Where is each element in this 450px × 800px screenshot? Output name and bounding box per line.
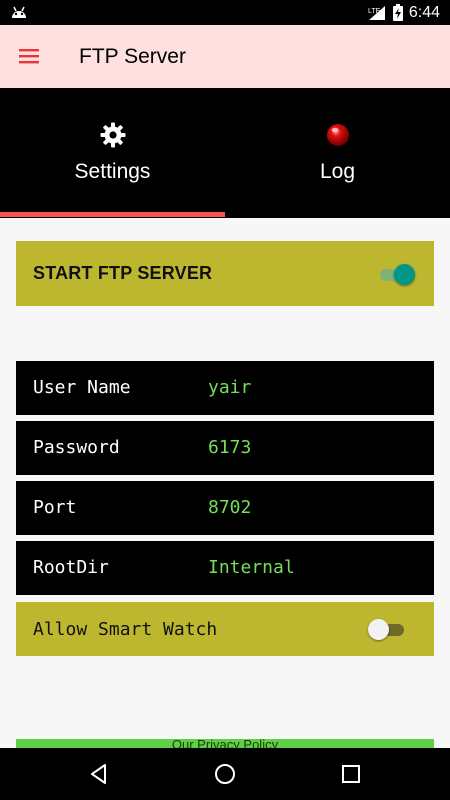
smart-watch-toggle[interactable] xyxy=(368,617,408,641)
tab-settings[interactable]: Settings xyxy=(0,88,225,218)
password-label: Password xyxy=(33,437,120,458)
status-time: 6:44 xyxy=(408,3,440,21)
toggle-thumb xyxy=(394,264,415,285)
red-dot-icon xyxy=(327,124,349,146)
port-label: Port xyxy=(33,497,77,518)
start-server-label: START FTP SERVER xyxy=(33,263,213,283)
smart-watch-row[interactable]: Allow Smart Watch xyxy=(16,602,434,656)
rootdir-label: RootDir xyxy=(33,557,109,578)
username-value: yair xyxy=(208,377,252,398)
battery-charging-icon xyxy=(392,4,403,21)
tab-log-label: Log xyxy=(319,160,356,183)
tab-log[interactable]: Log xyxy=(225,88,450,218)
app-title: FTP Server xyxy=(79,45,186,68)
tab-bar: Settings Log xyxy=(0,88,450,218)
tab-settings-label: Settings xyxy=(74,160,151,183)
app-bar: FTP Server xyxy=(0,25,450,88)
hamburger-menu-icon[interactable] xyxy=(16,45,42,67)
status-bar: LTE 6:44 xyxy=(0,0,450,25)
back-icon[interactable] xyxy=(87,762,111,786)
port-value: 8702 xyxy=(208,497,252,518)
home-icon[interactable] xyxy=(213,762,237,786)
rootdir-row[interactable]: RootDir Internal xyxy=(16,541,434,595)
privacy-policy-button[interactable]: Our Privacy Policy xyxy=(16,739,434,748)
password-row[interactable]: Password 6173 xyxy=(16,421,434,475)
tab-selected-indicator xyxy=(0,212,225,217)
start-server-toggle[interactable] xyxy=(378,262,418,286)
svg-text:LTE: LTE xyxy=(368,8,381,15)
privacy-policy-label: Our Privacy Policy xyxy=(171,739,279,748)
navigation-bar xyxy=(0,748,450,800)
password-value: 6173 xyxy=(208,437,252,458)
smart-watch-label: Allow Smart Watch xyxy=(33,619,218,640)
username-label: User Name xyxy=(33,377,131,398)
rootdir-value: Internal xyxy=(208,557,295,578)
android-debug-icon xyxy=(12,6,26,18)
port-row[interactable]: Port 8702 xyxy=(16,481,434,535)
start-server-row[interactable]: START FTP SERVER xyxy=(16,241,434,306)
gear-icon xyxy=(100,122,126,148)
recents-icon[interactable] xyxy=(339,762,363,786)
username-row[interactable]: User Name yair xyxy=(16,361,434,415)
toggle-thumb xyxy=(368,619,389,640)
signal-lte-icon: LTE xyxy=(368,5,385,20)
